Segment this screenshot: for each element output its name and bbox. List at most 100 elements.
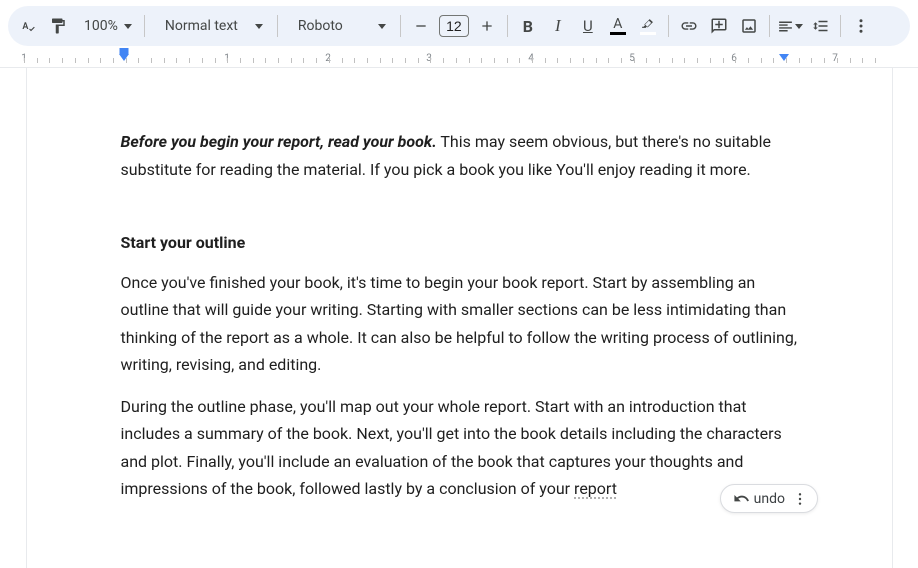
minus-icon (413, 18, 429, 34)
caret-down-icon (255, 24, 263, 29)
increase-font-size-button[interactable] (473, 12, 501, 40)
bold-button[interactable]: B (514, 12, 542, 40)
lead-bold-italic: Before you begin your report, read your … (121, 132, 437, 151)
plus-icon (479, 18, 495, 34)
ruler-tick (481, 58, 482, 63)
highlight-color-button[interactable] (634, 12, 662, 40)
ruler-tick (126, 58, 127, 63)
undo-suggestion-pill: undo (720, 484, 818, 513)
grammar-suggestion-span[interactable]: report (574, 479, 617, 498)
ruler-tick (621, 58, 622, 63)
ruler-tick (75, 58, 76, 63)
ruler-tick (329, 58, 330, 63)
font-size-group (407, 12, 501, 40)
caret-down-icon (378, 24, 386, 29)
ruler-tick (164, 58, 165, 63)
ruler-tick (507, 58, 508, 63)
ruler-tick (265, 58, 266, 63)
decrease-font-size-button[interactable] (407, 12, 435, 40)
spellcheck-button[interactable] (14, 12, 42, 40)
ruler-tick (659, 58, 660, 63)
line-spacing-icon (811, 17, 829, 35)
ruler-tick (735, 58, 736, 63)
ruler-tick (608, 58, 609, 63)
paragraph[interactable]: Once you've finished your book, it's tim… (121, 269, 798, 379)
more-vertical-icon (792, 491, 808, 507)
italic-button[interactable]: I (544, 12, 572, 40)
undo-label[interactable]: undo (754, 491, 785, 507)
ruler-tick (100, 58, 101, 63)
highlighter-icon (640, 18, 656, 35)
separator (507, 15, 508, 37)
ruler-tick (291, 58, 292, 63)
ruler-tick (773, 58, 774, 63)
ruler-tick (354, 58, 355, 63)
ruler-tick (545, 58, 546, 63)
separator (400, 15, 401, 37)
ruler-tick (88, 58, 89, 63)
text-color-button[interactable]: A (604, 12, 632, 40)
add-comment-button[interactable] (705, 12, 733, 40)
link-icon (680, 17, 698, 35)
left-indent-marker[interactable] (119, 54, 129, 61)
ruler-tick (456, 58, 457, 63)
caret-down-icon (124, 24, 132, 29)
ruler-tick (303, 58, 304, 63)
toolbar: 100% Normal text Roboto B I U A (8, 6, 910, 46)
ruler-tick (786, 58, 787, 63)
ruler-tick (850, 58, 851, 63)
ruler-tick (418, 58, 419, 63)
align-dropdown[interactable] (776, 12, 804, 40)
more-toolbar-button[interactable] (847, 12, 875, 40)
insert-link-button[interactable] (675, 12, 703, 40)
ruler-tick (342, 58, 343, 63)
separator (668, 15, 669, 37)
caret-down-icon (795, 24, 803, 29)
undo-more-button[interactable] (789, 491, 811, 507)
paragraph[interactable]: During the outline phase, you'll map out… (121, 393, 798, 503)
font-family-dropdown[interactable]: Roboto (284, 18, 394, 34)
image-icon (740, 17, 758, 35)
paint-format-button[interactable] (44, 12, 72, 40)
line-spacing-button[interactable] (806, 12, 834, 40)
heading[interactable]: Start your outline (121, 229, 798, 257)
ruler-tick (596, 58, 597, 63)
ruler-tick (583, 58, 584, 63)
underline-button[interactable]: U (574, 12, 602, 40)
align-left-icon (777, 18, 794, 35)
text-color-icon: A (610, 17, 626, 35)
ruler-tick (227, 58, 228, 63)
separator (144, 15, 145, 37)
ruler-tick (113, 58, 114, 63)
ruler-tick (49, 58, 50, 63)
ruler-tick (811, 58, 812, 63)
ruler-tick (392, 58, 393, 63)
separator (840, 15, 841, 37)
right-indent-marker[interactable] (779, 54, 789, 61)
paragraph[interactable]: Before you begin your report, read your … (121, 128, 798, 183)
ruler-tick (37, 58, 38, 63)
ruler-tick (532, 58, 533, 63)
font-size-input[interactable] (439, 15, 469, 37)
ruler-tick (862, 58, 863, 63)
ruler-tick (215, 58, 216, 63)
ruler-tick (723, 58, 724, 63)
horizontal-ruler[interactable]: 1 1 2 3 4 5 6 7 (0, 52, 918, 68)
document-viewport: Before you begin your report, read your … (0, 68, 918, 568)
ruler-tick (494, 58, 495, 63)
paragraph-style-dropdown[interactable]: Normal text (151, 18, 271, 34)
ruler-tick (799, 58, 800, 63)
text-run: During the outline phase, you'll map out… (121, 397, 782, 499)
ruler-tick (151, 58, 152, 63)
ruler-tick (253, 58, 254, 63)
ruler-tick (646, 58, 647, 63)
ruler-tick (316, 58, 317, 63)
ruler-tick (24, 58, 25, 63)
ruler-tick (469, 58, 470, 63)
ruler-tick (189, 58, 190, 63)
spellcheck-icon (19, 17, 37, 35)
insert-image-button[interactable] (735, 12, 763, 40)
ruler-tick (367, 58, 368, 63)
zoom-dropdown[interactable]: 100% (74, 18, 138, 34)
ruler-tick (837, 58, 838, 63)
